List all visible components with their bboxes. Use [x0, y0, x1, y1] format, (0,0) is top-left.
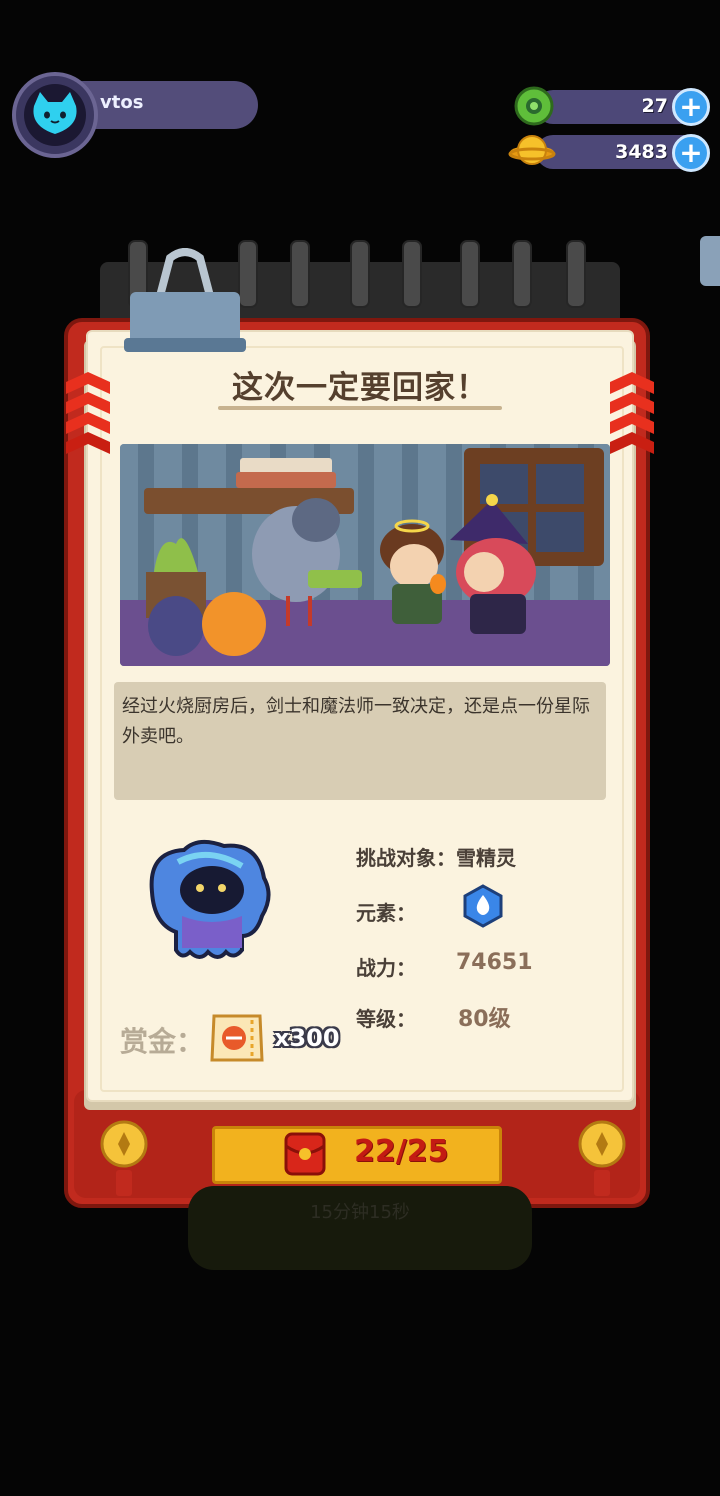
green-gem-icon	[514, 86, 554, 126]
binder-ring	[512, 240, 532, 308]
cat-avatar-icon	[33, 92, 77, 134]
red-envelope-icon	[284, 1132, 326, 1176]
add-gems-button[interactable]: +	[672, 88, 710, 126]
gem-count: 27	[641, 95, 668, 117]
coin-count: 3483	[615, 141, 668, 163]
binder-ring	[290, 240, 310, 308]
binder-ring	[350, 240, 370, 308]
story-illustration	[120, 444, 610, 666]
username: vtos	[100, 92, 144, 113]
reward-amount: x300	[274, 1024, 340, 1052]
binder-ring	[566, 240, 586, 308]
power-label: 战力：	[356, 956, 416, 980]
target-row: 挑战对象：雪精灵	[356, 842, 516, 871]
side-tab-clip[interactable]	[700, 236, 720, 286]
timer-text: 15分钟15秒	[310, 1202, 410, 1223]
firecracker-left-icon	[66, 372, 110, 454]
binder-clip-icon	[124, 248, 246, 352]
avatar[interactable]	[24, 84, 86, 146]
gold-coin-icon	[508, 135, 556, 165]
story-scene-image	[120, 444, 610, 666]
level-value: 80级	[458, 1007, 511, 1032]
water-element-icon	[463, 884, 503, 928]
add-coins-button[interactable]: +	[672, 134, 710, 172]
power-value: 74651	[456, 950, 533, 975]
attempts-count: 22/25	[354, 1134, 449, 1169]
title-underline	[218, 406, 502, 410]
firecracker-right-icon	[610, 372, 654, 454]
quest-title: 这次一定要回家！	[232, 370, 488, 406]
target-label: 挑战对象：	[356, 846, 456, 870]
element-label: 元素：	[356, 901, 416, 925]
binder-ring	[460, 240, 480, 308]
binder-ring	[402, 240, 422, 308]
ticket-icon	[210, 1014, 264, 1062]
reward-label: 赏金：	[120, 1025, 205, 1058]
level-label: 等级：	[356, 1007, 416, 1031]
story-text: 经过火烧厨房后，剑士和魔法师一致决定，还是点一份星际外卖吧。	[122, 696, 590, 747]
hanging-coin-left-icon	[100, 1120, 148, 1196]
hanging-coin-right-icon	[578, 1120, 626, 1196]
snow-spirit-portrait	[149, 839, 271, 959]
target-name: 雪精灵	[456, 846, 516, 870]
